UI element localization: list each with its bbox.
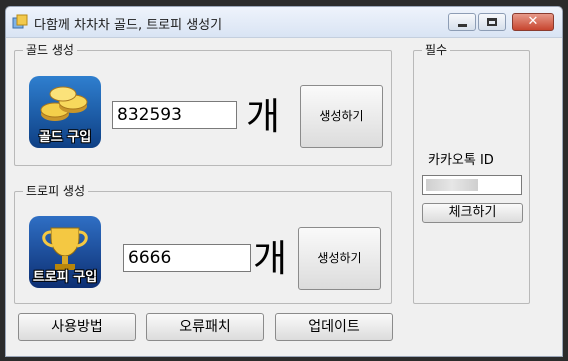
trophy-icon-label: 트로피 구입: [32, 270, 98, 285]
app-window: 다함께 차차차 골드, 트로피 생성기 ✕ 골드 생성 골드 구입 832593…: [5, 6, 563, 357]
required-group-title: 필수: [422, 42, 451, 58]
trophy-group: 트로피 생성 트로피 구입 6666 개 생성하기: [14, 183, 392, 304]
maximize-icon: [487, 18, 497, 26]
close-button[interactable]: ✕: [512, 13, 554, 31]
update-button[interactable]: 업데이트: [275, 313, 393, 341]
trophy-amount-input[interactable]: 6666: [123, 244, 251, 272]
check-button[interactable]: 체크하기: [422, 203, 523, 223]
gold-amount-input[interactable]: 832593: [112, 101, 237, 129]
minimize-icon: [458, 24, 467, 27]
usage-button[interactable]: 사용방법: [18, 313, 136, 341]
gold-unit-label: 개: [246, 95, 281, 138]
app-icon: [12, 14, 28, 29]
gold-purchase-icon: 골드 구입: [29, 76, 101, 148]
trophy-generate-button[interactable]: 생성하기: [298, 227, 381, 290]
minimize-button[interactable]: [448, 13, 476, 31]
kakao-id-label: 카카오톡 ID: [428, 153, 494, 168]
blurred-id-mask: [426, 179, 478, 191]
required-group: 필수 카카오톡 ID 체크하기: [413, 42, 530, 304]
trophy-group-title: 트로피 생성: [23, 183, 89, 199]
trophy-purchase-icon: 트로피 구입: [29, 216, 101, 288]
maximize-button[interactable]: [478, 13, 506, 31]
title-bar[interactable]: 다함께 차차차 골드, 트로피 생성기 ✕: [6, 7, 562, 38]
kakao-id-input[interactable]: [422, 175, 522, 195]
window-title: 다함께 차차차 골드, 트로피 생성기: [34, 18, 223, 33]
patch-button[interactable]: 오류패치: [146, 313, 264, 341]
gold-generate-button[interactable]: 생성하기: [300, 85, 383, 148]
close-icon: ✕: [527, 14, 539, 29]
gold-group-title: 골드 생성: [23, 42, 77, 58]
trophy-unit-label: 개: [253, 237, 288, 280]
gold-group: 골드 생성 골드 구입 832593 개 생성하기: [14, 42, 392, 166]
gold-icon-label: 골드 구입: [38, 130, 92, 145]
